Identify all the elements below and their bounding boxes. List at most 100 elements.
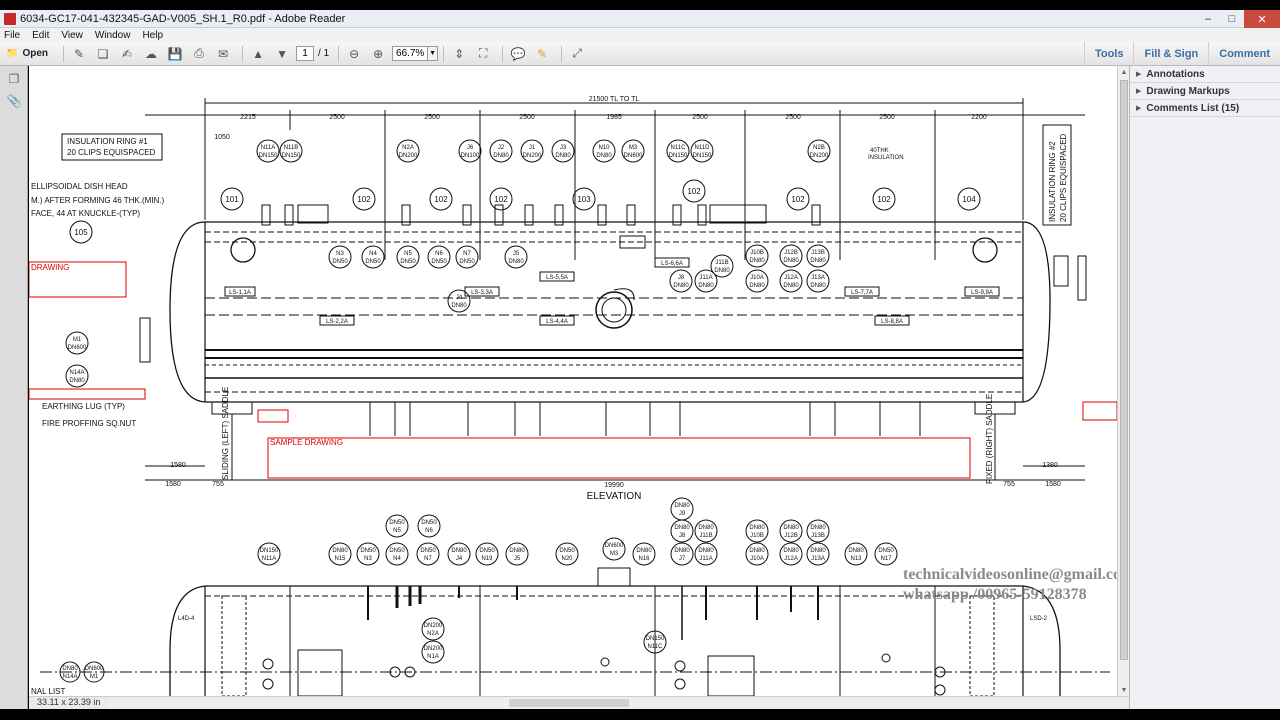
nozzle-size: DN80	[810, 258, 826, 264]
plan-nozzle-size: DN600	[85, 666, 104, 672]
open-button[interactable]: 📁 Open	[0, 45, 54, 63]
cloud-icon[interactable]: ☁	[141, 45, 161, 63]
zoom-dropdown-icon[interactable]: ▼	[428, 46, 439, 61]
zoom-in-icon[interactable]: ⊕	[368, 45, 388, 63]
plan-nozzle-size: DN50	[421, 520, 437, 526]
attachments-icon[interactable]: 📎	[5, 92, 23, 110]
plan-nozzle-tag: M3	[610, 551, 619, 557]
nozzle-size: DN200	[523, 153, 542, 159]
plan-nozzle-size: DN50	[389, 548, 405, 554]
level-switch-label: LS-2,2A	[326, 319, 348, 325]
nozzle-tag: J13A	[811, 275, 825, 281]
create-pdf-icon[interactable]: ✎	[69, 45, 89, 63]
save-icon[interactable]: 💾	[165, 45, 185, 63]
plan-nozzle-size: DN50	[360, 548, 376, 554]
horizontal-scrollbar[interactable]	[29, 696, 1129, 709]
next-page-icon[interactable]: ▼	[272, 45, 292, 63]
plan-nozzle-tag: N16	[638, 556, 650, 562]
sample-drawing-label: SAMPLE DRAWING	[270, 438, 343, 447]
dim-9: 2200	[971, 114, 987, 121]
nozzle-size: DN80	[508, 259, 524, 265]
nozzle-tag: N11D	[695, 145, 711, 151]
overall-dimension: 21500 TL TO TL	[589, 96, 640, 103]
menu-view[interactable]: View	[61, 30, 83, 41]
nozzle-tag: N11B	[284, 145, 299, 151]
zoom-input[interactable]	[392, 46, 429, 61]
combine-icon[interactable]: ❏	[93, 45, 113, 63]
plan-nozzle-tag: J11B	[699, 533, 712, 539]
plan-nozzle-tag: J13A	[811, 556, 825, 562]
page-number-input[interactable]	[296, 46, 315, 61]
head-note-1: ELLIPSOIDAL DISH HEAD	[31, 182, 128, 191]
highlight-icon[interactable]: ✎	[532, 45, 552, 63]
plan-nozzle-tag: J4	[456, 556, 463, 562]
dim-1380-left: 1580	[170, 462, 186, 469]
fit-page-icon[interactable]: ⇕	[449, 45, 469, 63]
level-switch-label: LS-5,5A	[546, 275, 568, 281]
nozzle-tag: N2A	[402, 145, 414, 151]
plan-nozzle-tag: N17	[880, 556, 892, 562]
maximize-icon[interactable]: □	[1220, 10, 1244, 28]
toolbar-separator	[502, 45, 504, 62]
nozzle-size: DN80	[749, 283, 765, 289]
page-thumbnails-icon[interactable]: ❐	[5, 70, 23, 88]
plan-nozzle-size: DN200	[424, 646, 443, 652]
dim-1380-right: 1380	[1042, 462, 1058, 469]
fit-width-icon[interactable]: ⛶	[473, 45, 493, 63]
window-controls: – □ ✕	[1196, 10, 1280, 28]
dim-1: 2215	[240, 114, 256, 121]
menu-window[interactable]: Window	[95, 30, 131, 41]
balloon-102: 102	[791, 195, 805, 204]
minimize-icon[interactable]: –	[1196, 10, 1220, 28]
prev-page-icon[interactable]: ▲	[248, 45, 268, 63]
panel-comments-list[interactable]: ▶ Comments List (15)	[1130, 100, 1280, 117]
panel-annotations[interactable]: ▶ Annotations	[1130, 66, 1280, 83]
title-bar: 6034-GC17-041-432345-GAD-V005_SH.1_R0.pd…	[0, 10, 1280, 28]
print-icon[interactable]: ⎙	[189, 45, 209, 63]
tab-comment[interactable]: Comment	[1208, 42, 1280, 66]
zoom-out-icon[interactable]: ⊖	[344, 45, 364, 63]
nozzle-tag: N10	[598, 145, 610, 151]
saddle-right-label: FIXED (RIGHT) SADDLE	[985, 394, 994, 484]
nozzle-size: DN150	[693, 153, 712, 159]
balloon-103: 103	[577, 195, 591, 204]
menu-edit[interactable]: Edit	[32, 30, 49, 41]
plan-nozzle-tag: N2A	[427, 631, 439, 637]
hscroll-thumb[interactable]	[509, 699, 629, 707]
close-icon[interactable]: ✕	[1244, 10, 1280, 28]
l4d4-label: L4D-4	[178, 616, 195, 622]
watermark-whatsapp: whatsapp /00965-59128378	[903, 586, 1087, 603]
tab-tools[interactable]: Tools	[1083, 42, 1134, 66]
menu-file[interactable]: File	[4, 30, 20, 41]
plan-nozzle-tag: N11C	[648, 644, 664, 650]
scroll-thumb[interactable]	[1120, 80, 1128, 660]
insulation-40-line2: INSULATION	[868, 155, 904, 161]
plan-nozzle-size: DN150	[646, 636, 665, 642]
nozzle-size: DN50	[431, 259, 447, 265]
expand-icon[interactable]: ⤢	[567, 45, 587, 63]
nozzle-tag: N11A	[261, 145, 276, 151]
nozzle-tag: J4	[456, 295, 463, 301]
nozzle-size: DN80	[698, 283, 714, 289]
panel-drawing-markups[interactable]: ▶ Drawing Markups	[1130, 83, 1280, 100]
nozzle-tag: N3	[336, 251, 344, 257]
nozzle-size: DN80	[810, 283, 826, 289]
plan-nozzle-size: DN50	[389, 520, 405, 526]
earthing-lug-note: EARTHING LUG (TYP)	[42, 402, 125, 411]
plan-nozzle-size: DN50	[479, 548, 495, 554]
email-icon[interactable]: ✉	[213, 45, 233, 63]
adobe-reader-icon	[4, 12, 16, 25]
edit-icon[interactable]: ✍	[117, 45, 137, 63]
insulation-ring-2-line1: INSULATION RING #2	[1048, 141, 1057, 222]
nozzle-tag: N2B	[813, 145, 825, 151]
plan-nozzle-tag: J9	[679, 511, 686, 517]
balloon-102: 102	[357, 195, 371, 204]
nozzle-tag: J1	[529, 145, 536, 151]
plan-nozzle-size: DN600	[605, 543, 624, 549]
menu-help[interactable]: Help	[142, 30, 163, 41]
tab-fill-sign[interactable]: Fill & Sign	[1133, 42, 1208, 66]
level-switch-label: LS-9,9A	[971, 290, 993, 296]
comment-bubble-icon[interactable]: 💬	[508, 45, 528, 63]
vertical-scrollbar[interactable]: ▲ ▼	[1117, 66, 1129, 696]
dim-8: 2500	[879, 114, 895, 121]
